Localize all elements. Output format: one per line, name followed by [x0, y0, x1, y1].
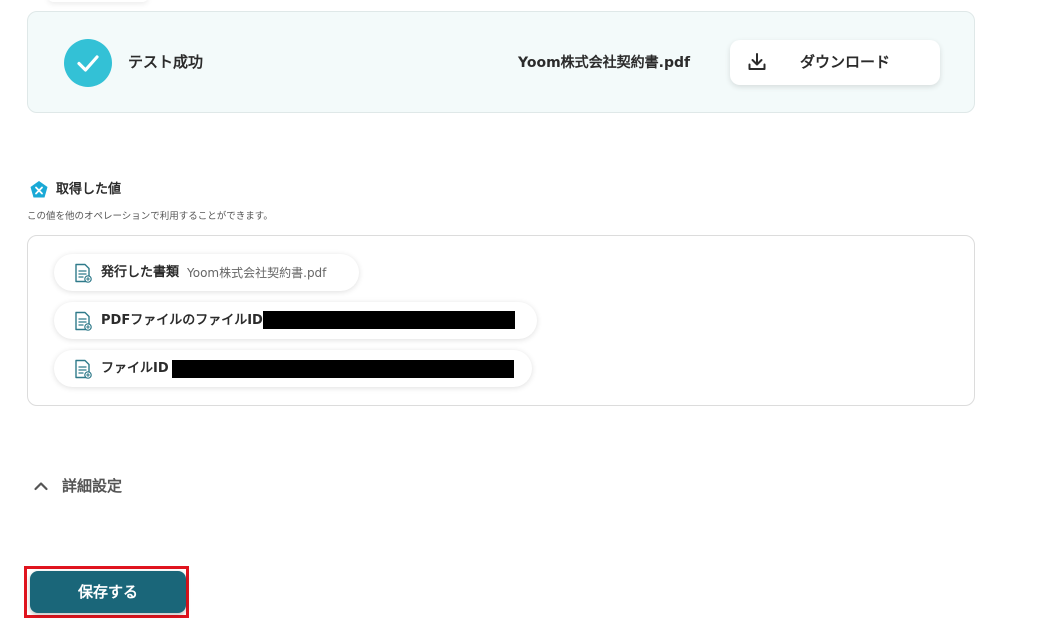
result-file-name: Yoom株式会社契約書.pdf: [518, 55, 691, 71]
variable-icon: [30, 181, 48, 198]
previous-section-edge: [48, 0, 148, 2]
acquired-values-description: この値を他のオペレーションで利用することができます。: [27, 211, 273, 222]
test-result-card: テスト成功 Yoom株式会社契約書.pdf ダウンロード: [27, 11, 975, 113]
acquired-values-header: 取得した値: [29, 180, 121, 200]
value-chip-label: PDFファイルのファイルID: [101, 312, 263, 328]
download-label: ダウンロード: [800, 53, 891, 71]
value-chip-label: ファイルID: [101, 360, 169, 376]
test-success-label: テスト成功: [128, 53, 204, 71]
chevron-up-icon: [34, 482, 48, 491]
value-chip-pdf-file-id[interactable]: PDFファイルのファイルID: [54, 302, 537, 339]
document-icon: [75, 359, 92, 379]
redacted-value: [172, 360, 514, 378]
acquired-values-list: 発行した書類 Yoom株式会社契約書.pdf PDFファイルのファイルID ファ…: [27, 235, 975, 406]
advanced-settings-toggle[interactable]: 詳細設定: [33, 475, 122, 497]
value-chip-file-id[interactable]: ファイルID: [54, 350, 532, 387]
download-icon: [748, 53, 766, 70]
advanced-settings-label: 詳細設定: [62, 477, 123, 495]
value-chip-issued-document[interactable]: 発行した書類 Yoom株式会社契約書.pdf: [54, 254, 359, 291]
save-button[interactable]: 保存する: [30, 571, 186, 613]
document-icon: [75, 263, 92, 283]
redacted-value: [263, 311, 515, 329]
download-button[interactable]: ダウンロード: [730, 40, 940, 85]
value-chip-label: 発行した書類: [101, 264, 180, 280]
check-circle-icon: [64, 39, 112, 87]
document-icon: [75, 311, 92, 331]
value-chip-value: Yoom株式会社契約書.pdf: [187, 265, 327, 280]
acquired-values-title: 取得した値: [56, 182, 122, 197]
